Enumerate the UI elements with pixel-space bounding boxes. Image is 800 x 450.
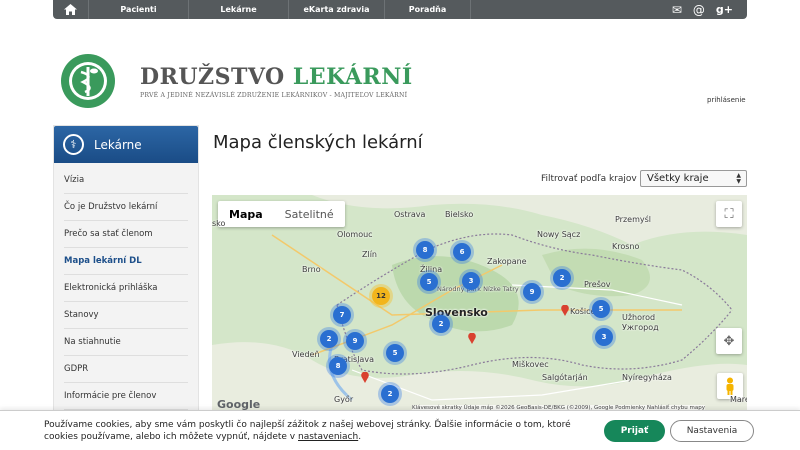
mail-icon[interactable]: ✉ [672,4,682,16]
region-select[interactable]: Všetky kraje ▲ ▼ [640,170,747,187]
map-cluster[interactable]: 2 [320,330,338,348]
brand-title-part2: LEKÁRNÍ [292,64,413,90]
nav-ekarta-zdravia[interactable]: eKarta zdravia [289,0,385,19]
map-label-olomouc: Olomouc [337,230,373,239]
google-plus-icon[interactable]: g+ [716,4,733,15]
map-cluster[interactable]: 5 [592,300,610,318]
map[interactable]: Mapa Satelitné ⛶ ✥ Ostrava Bielsko Olomo… [212,195,747,413]
map-cluster[interactable]: 3 [595,328,613,346]
map-label-ostrava: Ostrava [394,210,426,219]
cookie-bar: Používame cookies, aby sme vám poskytli … [0,410,800,450]
map-cluster[interactable]: 2 [381,385,399,403]
map-label-brno: Brno [302,265,321,274]
page: Pacienti Lekárne eKarta zdravia Poradňa … [0,0,800,450]
map-tab-mapa[interactable]: Mapa [218,201,274,227]
map-pin[interactable] [361,372,369,383]
map-cluster[interactable]: 2 [553,269,571,287]
map-label-zlin: Zlín [362,250,377,259]
nav-poradna[interactable]: Poradňa [385,0,471,19]
pharmacy-icon: ⚕ [63,134,84,155]
sidebar-title: Lekárne [94,137,142,152]
map-type-tabs: Mapa Satelitné [218,201,345,227]
cookie-settings-button[interactable]: Nastavenia [670,420,754,442]
nav-lekarne[interactable]: Lekárne [189,0,289,19]
cookie-settings-link[interactable]: nastaveniach [298,432,358,442]
map-cluster[interactable]: 7 [333,306,351,324]
sidebar-item-vizia[interactable]: Vízia [64,167,188,194]
map-label-zakopane: Zakopane [487,257,527,266]
pegman-icon [726,377,734,395]
map-label-sko: sko [212,219,226,228]
brand-subtitle: PRVÉ A JEDINÉ NEZÁVISLÉ ZDRUŽENIE LEKÁRN… [140,92,408,99]
map-label-nyiregyhaza: Nyíregyháza [622,373,672,382]
map-label-krosno: Krosno [612,242,640,251]
sidebar: ⚕ Lekárne Vízia Čo je Družstvo lekární P… [53,125,199,415]
select-arrows-icon: ▲ ▼ [736,172,741,185]
map-cluster[interactable]: 9 [523,283,541,301]
map-label-viedeň: Viedeň [292,350,320,359]
filter-label: Filtrovať podľa krajov [541,174,637,184]
map-label-mare: Mare [730,395,747,404]
social-links: ✉ @ g+ [672,4,747,16]
map-pin[interactable] [561,305,569,316]
page-title: Mapa členských lekární [213,132,423,153]
map-label-novy-sacz: Nowy Sącz [537,230,581,239]
sidebar-header: ⚕ Lekárne [54,126,198,163]
top-navigation: Pacienti Lekárne eKarta zdravia Poradňa … [53,0,747,19]
at-icon[interactable]: @ [693,4,705,16]
map-tab-satelitne[interactable]: Satelitné [274,201,345,227]
map-cluster[interactable]: 5 [420,273,438,291]
map-label-gyor: Győr [334,395,354,404]
nav-pacienti[interactable]: Pacienti [89,0,189,19]
login-link[interactable]: prihlásenie [707,96,746,104]
fullscreen-button[interactable]: ⛶ [716,201,742,227]
map-label-bielsko: Bielsko [445,210,474,219]
map-cluster[interactable]: 5 [386,344,404,362]
brand-title: DRUŽSTVO LEKÁRNÍ [140,64,413,90]
sidebar-item-na-stiahnutie[interactable]: Na stiahnutie [64,329,188,356]
map-cluster[interactable]: 6 [453,243,471,261]
logo[interactable] [53,52,123,110]
move-icon: ✥ [723,333,735,349]
map-cluster[interactable]: 2 [432,315,450,333]
brand-title-part1: DRUŽSTVO [140,64,285,90]
sidebar-item-informacie-clenov[interactable]: Informácie pre členov [64,383,188,410]
fullscreen-icon: ⛶ [724,206,734,222]
map-label-przemysl: Przemyśl [615,215,652,224]
home-icon [64,4,77,15]
map-cluster[interactable]: 9 [346,332,364,350]
sidebar-menu: Vízia Čo je Družstvo lekární Prečo sa st… [54,163,198,410]
map-cluster[interactable]: 8 [329,357,347,375]
sidebar-item-stanovy[interactable]: Stanovy [64,302,188,329]
sidebar-item-mapa-lekarni[interactable]: Mapa lekární DL [64,248,188,275]
map-label-salgotarjan: Salgótarján [542,373,588,382]
map-label-uzhorod: Užhorod [622,313,656,322]
map-label-miskolc: Miškovec [512,360,549,369]
cookie-message-end: . [358,432,362,442]
map-cluster[interactable]: 12 [372,287,390,305]
cookie-text: Používame cookies, aby sme vám poskytli … [44,419,589,443]
sidebar-item-gdpr[interactable]: GDPR [64,356,188,383]
region-select-value: Všetky kraje [647,173,709,184]
map-label-presov: Prešov [584,280,611,289]
map-label-uzhorod-cyr: Ужгород [622,323,659,332]
home-button[interactable] [53,0,89,19]
accept-cookies-button[interactable]: Prijať [604,420,665,442]
camera-control-button[interactable]: ✥ [716,328,742,354]
sidebar-item-preco-clenom[interactable]: Prečo sa stať členom [64,221,188,248]
sidebar-item-prihlaska[interactable]: Elektronická prihláška [64,275,188,302]
map-cluster[interactable]: 3 [462,272,480,290]
map-pin[interactable] [468,333,476,344]
map-cluster[interactable]: 8 [416,241,434,259]
sidebar-item-co-je-druzstvo[interactable]: Čo je Družstvo lekární [64,194,188,221]
